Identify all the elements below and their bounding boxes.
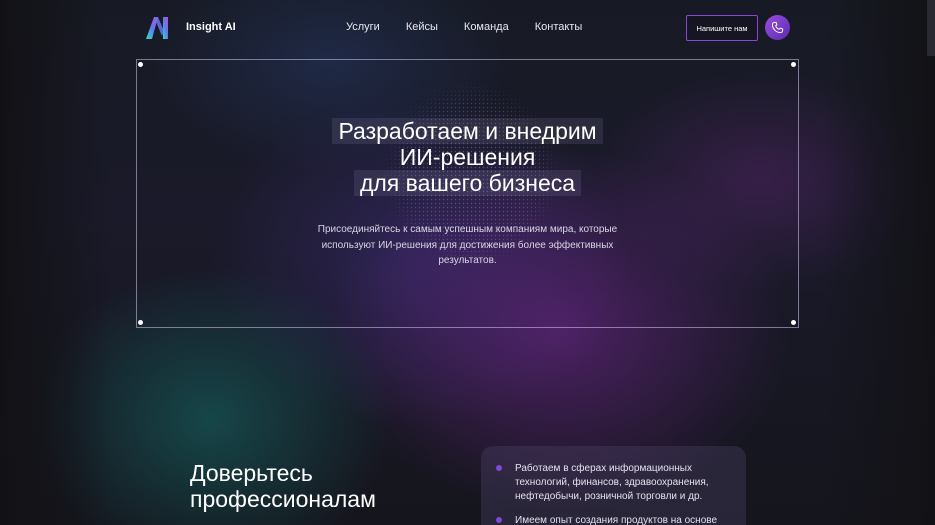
main-nav: Услуги Кейсы Команда Контакты [346, 21, 582, 33]
bullet-icon [496, 465, 502, 471]
section-title: Доверьтесь профессионалам [190, 460, 376, 512]
phone-button[interactable] [765, 15, 790, 40]
site-header: Insight AI Услуги Кейсы Команда Контакты… [0, 0, 935, 56]
hero-title-line: ИИ-решения [399, 144, 536, 170]
landing-page: Insight AI Услуги Кейсы Команда Контакты… [0, 0, 935, 525]
corner-dot [138, 62, 143, 67]
hero-title: Разработаем и внедрим ИИ-решения для ваш… [0, 118, 935, 196]
list-item-text: Имеем опыт создания продуктов на основе [515, 515, 718, 525]
hero-subtitle: Присоединяйтесь к самым успешным компани… [317, 224, 618, 266]
right-vignette [825, 0, 935, 525]
list-item: Работаем в сферах информационных техноло… [496, 462, 730, 504]
hero-title-line: Разработаем и внедрим [332, 118, 603, 144]
section-title-line: Доверьтесь [190, 460, 313, 486]
corner-dot [791, 62, 796, 67]
nav-item-team[interactable]: Команда [464, 21, 509, 33]
list-item: Имеем опыт создания продуктов на основе [496, 514, 730, 525]
phone-icon [771, 21, 784, 34]
hero-title-line: для вашего бизнеса [353, 170, 582, 196]
insight-ai-logo-icon[interactable] [144, 14, 172, 42]
brand-name[interactable]: Insight AI [186, 21, 236, 33]
nav-item-services[interactable]: Услуги [346, 21, 380, 33]
bullet-icon [496, 517, 502, 523]
write-us-button[interactable]: Напишите нам [686, 15, 758, 41]
advantages-card: Работаем в сферах информационных техноло… [481, 446, 746, 525]
corner-dot [138, 320, 143, 325]
list-item-text: Работаем в сферах информационных техноло… [515, 463, 709, 502]
section-title-line: профессионалам [190, 486, 376, 512]
nav-item-contacts[interactable]: Контакты [535, 21, 583, 33]
nav-item-cases[interactable]: Кейсы [406, 21, 438, 33]
left-vignette [0, 0, 110, 525]
corner-dot [791, 320, 796, 325]
